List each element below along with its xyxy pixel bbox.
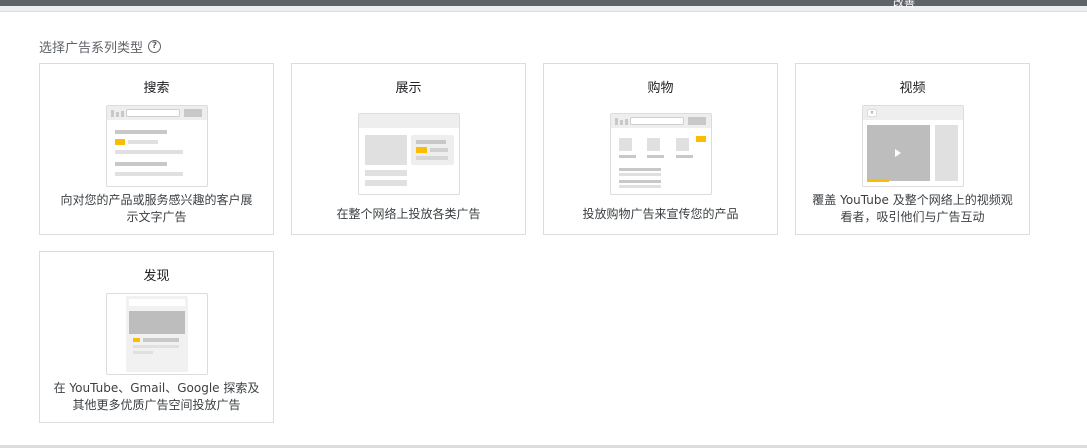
card-desc-shopping-line1: 投放购物广告来宣传您的产品 <box>582 207 739 221</box>
shopping-illustration <box>610 113 712 195</box>
card-desc-video-line2: 看者，吸引他们与广告互动 <box>840 210 985 224</box>
card-desc-search-line1: 向对您的产品或服务感兴趣的客户展 <box>60 193 253 207</box>
card-title-display: 展示 <box>395 81 422 96</box>
campaign-type-heading: 选择广告系列类型 ? <box>39 37 162 56</box>
toolbar-separator <box>0 6 1087 12</box>
campaign-card-display[interactable]: 展示 在整个网络上投放各类广告 <box>291 63 526 235</box>
help-circle-icon[interactable]: ? <box>148 39 162 53</box>
video-illustration: × <box>862 105 964 187</box>
campaign-card-shopping[interactable]: 购物 投放购物广告来宣传您的产品 <box>543 63 778 235</box>
card-title-discovery: 发现 <box>143 269 170 284</box>
section-title: 选择广告系列类型 <box>39 40 144 56</box>
card-title-video: 视频 <box>899 81 926 96</box>
campaign-card-video[interactable]: 视频 × 覆盖 YouTube 及整个网络上的视频观 看者，吸引他们与广告互动 <box>795 63 1030 235</box>
discovery-illustration <box>106 293 208 375</box>
campaign-card-discovery[interactable]: 发现 在 YouTube、Gmail、Google 探索及 其他更多优质广告空间… <box>39 251 274 423</box>
display-illustration <box>358 113 460 195</box>
card-desc-discovery-line2: 其他更多优质广告空间投放广告 <box>72 398 241 412</box>
play-icon <box>895 149 901 157</box>
card-desc-video-line1: 覆盖 YouTube 及整个网络上的视频观 <box>812 193 1013 207</box>
search-illustration <box>106 105 208 187</box>
card-desc-display-line1: 在整个网络上投放各类广告 <box>336 207 481 221</box>
card-desc-search-line2: 示文字广告 <box>126 210 187 224</box>
card-title-shopping: 购物 <box>647 81 674 96</box>
card-title-search: 搜索 <box>143 81 170 96</box>
card-desc-discovery-line1: 在 YouTube、Gmail、Google 探索及 <box>53 381 260 395</box>
campaign-card-search[interactable]: 搜索 向对您的产品或服务感兴趣的客户展 示文字广告 <box>39 63 274 235</box>
toolbar-text: 改善 <box>893 0 915 9</box>
